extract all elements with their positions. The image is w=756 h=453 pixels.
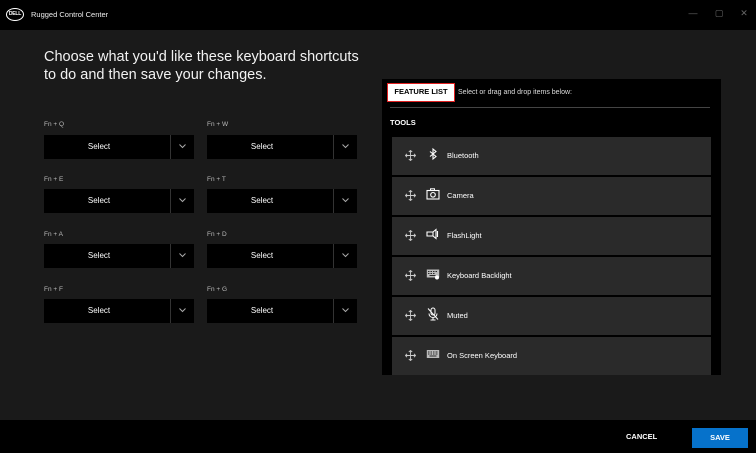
- chevron-down-icon: [333, 299, 357, 323]
- shortcut-label-fn-d: Fn + D: [207, 231, 227, 238]
- chevron-down-icon: [170, 189, 194, 213]
- feature-item-flashlight[interactable]: FlashLight: [392, 217, 711, 255]
- feature-list-panel: FEATURE LIST Select or drag and drop ite…: [382, 79, 721, 375]
- drag-handle-icon[interactable]: [405, 350, 416, 361]
- drag-handle-icon[interactable]: [405, 190, 416, 201]
- chevron-down-icon: [170, 299, 194, 323]
- shortcut-label-fn-g: Fn + G: [207, 286, 228, 293]
- minimize-button[interactable]: —: [686, 8, 700, 18]
- page-heading: Choose what you'd like these keyboard sh…: [44, 49, 359, 83]
- select-value: Select: [87, 306, 111, 315]
- shortcut-select-fn-a[interactable]: Select: [44, 244, 194, 268]
- microphone-muted-icon: [427, 307, 439, 321]
- shortcut-label-fn-q: Fn + Q: [44, 121, 65, 128]
- shortcut-label-fn-f: Fn + F: [44, 286, 63, 293]
- keyboard-backlight-icon: [426, 269, 440, 280]
- feature-item-label: FlashLight: [447, 231, 482, 240]
- feature-item-label: Bluetooth: [447, 151, 479, 160]
- chevron-down-icon: [170, 244, 194, 268]
- shortcut-select-fn-w[interactable]: Select: [207, 135, 357, 159]
- feature-list-button[interactable]: FEATURE LIST: [387, 83, 455, 102]
- select-value: Select: [250, 251, 274, 260]
- feature-item-on-screen-keyboard[interactable]: On Screen Keyboard: [392, 337, 711, 375]
- action-bar: CANCEL SAVE: [0, 420, 756, 453]
- feature-item-keyboard-backlight[interactable]: Keyboard Backlight: [392, 257, 711, 295]
- select-value: Select: [87, 251, 111, 260]
- shortcut-select-fn-e[interactable]: Select: [44, 189, 194, 213]
- select-value: Select: [87, 142, 111, 151]
- feature-item-label: Camera: [447, 191, 474, 200]
- select-value: Select: [250, 142, 274, 151]
- title-bar: DELL Rugged Control Center — ▢ ✕: [0, 0, 756, 30]
- bluetooth-icon: [429, 147, 437, 161]
- cancel-button[interactable]: CANCEL: [626, 432, 657, 441]
- maximize-button[interactable]: ▢: [712, 8, 726, 19]
- drag-handle-icon[interactable]: [405, 150, 416, 161]
- shortcut-select-fn-d[interactable]: Select: [207, 244, 357, 268]
- feature-item-camera[interactable]: Camera: [392, 177, 711, 215]
- dell-logo: DELL: [6, 8, 24, 21]
- app-title: Rugged Control Center: [31, 10, 109, 19]
- shortcut-label-fn-t: Fn + T: [207, 176, 226, 183]
- select-value: Select: [250, 306, 274, 315]
- chevron-down-icon: [333, 189, 357, 213]
- camera-icon: [426, 188, 440, 200]
- feature-item-bluetooth[interactable]: Bluetooth: [392, 137, 711, 175]
- shortcut-label-fn-a: Fn + A: [44, 231, 63, 238]
- feature-item-muted[interactable]: Muted: [392, 297, 711, 335]
- select-value: Select: [87, 196, 111, 205]
- drag-handle-icon[interactable]: [405, 310, 416, 321]
- shortcut-select-fn-f[interactable]: Select: [44, 299, 194, 323]
- shortcut-label-fn-w: Fn + W: [207, 121, 229, 128]
- feature-list-hint: Select or drag and drop items below:: [458, 89, 573, 96]
- shortcut-select-fn-g[interactable]: Select: [207, 299, 357, 323]
- chevron-down-icon: [333, 135, 357, 159]
- chevron-down-icon: [170, 135, 194, 159]
- close-button[interactable]: ✕: [737, 8, 751, 19]
- shortcut-label-fn-e: Fn + E: [44, 176, 64, 183]
- divider: [390, 107, 710, 108]
- save-button[interactable]: SAVE: [692, 428, 748, 448]
- flashlight-icon: [426, 228, 439, 240]
- select-value: Select: [250, 196, 274, 205]
- feature-item-label: On Screen Keyboard: [447, 351, 518, 360]
- keyboard-icon: [426, 350, 440, 358]
- feature-item-label: Keyboard Backlight: [447, 271, 512, 280]
- shortcut-select-fn-q[interactable]: Select: [44, 135, 194, 159]
- feature-item-label: Muted: [447, 311, 468, 320]
- drag-handle-icon[interactable]: [405, 270, 416, 281]
- shortcut-select-fn-t[interactable]: Select: [207, 189, 357, 213]
- tools-section-label: TOOLS: [390, 118, 416, 127]
- drag-handle-icon[interactable]: [405, 230, 416, 241]
- chevron-down-icon: [333, 244, 357, 268]
